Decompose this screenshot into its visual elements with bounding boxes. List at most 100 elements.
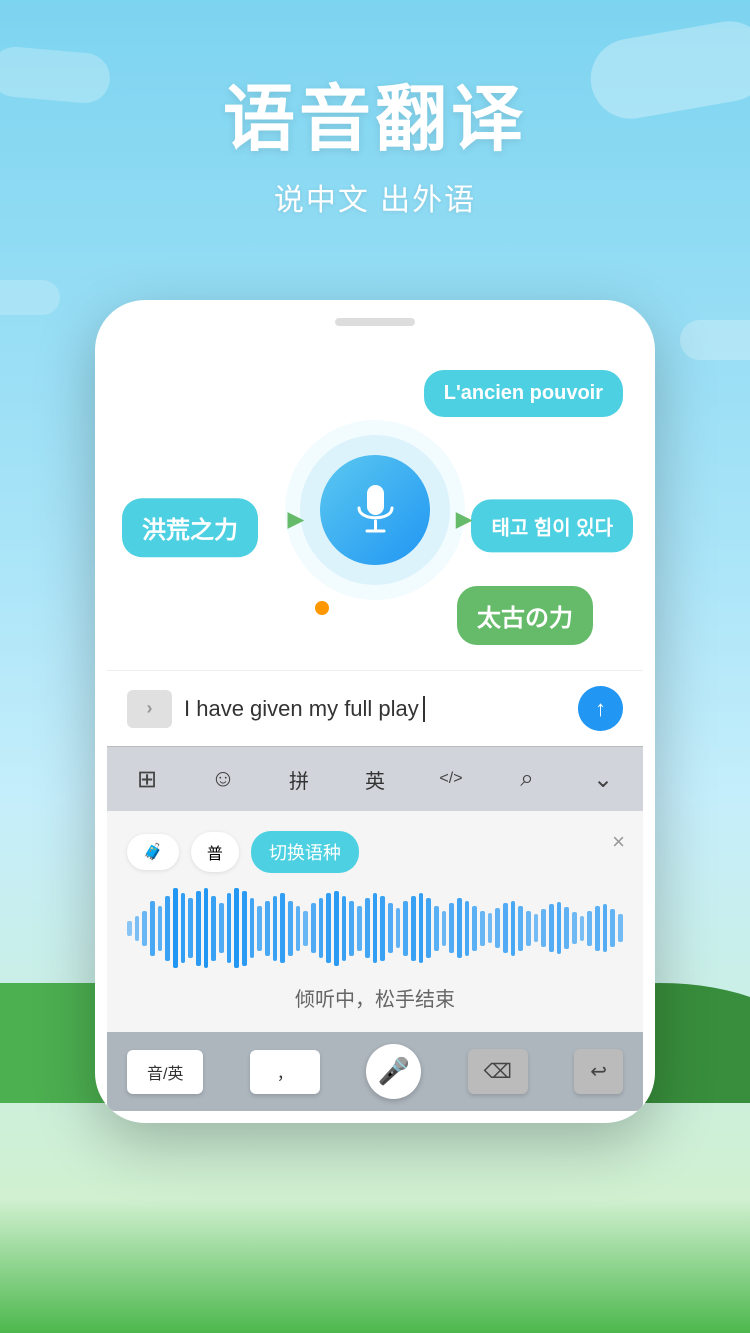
wave-bar (388, 903, 393, 953)
wave-bar (280, 893, 285, 963)
phone-mockup: 洪荒之力 ► ► L'ancien pouvoir (95, 300, 655, 1123)
wave-bar (618, 914, 623, 942)
chevron-down-icon: ⌄ (593, 765, 613, 794)
wave-bar (250, 898, 255, 958)
wave-bar (181, 893, 186, 963)
wave-bar (234, 888, 239, 968)
wave-bar (142, 911, 147, 946)
arrow-right: ► (450, 504, 478, 536)
bubble-chinese: 洪荒之力 (122, 498, 258, 557)
send-button[interactable]: ↑ (578, 686, 623, 731)
cloud-decoration-mid-right (680, 320, 750, 360)
wave-bar (342, 896, 347, 961)
dialect-badge[interactable]: 🧳 (127, 834, 179, 870)
wave-bar (127, 921, 132, 936)
wave-bar (311, 903, 316, 953)
standard-label: 普 (207, 840, 223, 864)
code-button[interactable]: </> (431, 759, 471, 799)
briefcase-icon: 🧳 (143, 842, 163, 862)
wave-bar (511, 901, 516, 956)
wave-bar (457, 898, 462, 958)
wave-bar (503, 903, 508, 953)
wave-bar (373, 893, 378, 963)
header-area: 语音翻译 说中文 出外语 (0, 60, 750, 219)
grid-icon: ⊞ (137, 765, 157, 794)
delete-key[interactable]: ⌫ (468, 1049, 528, 1094)
keyboard-mic-button[interactable]: 🎤 (366, 1044, 421, 1099)
wave-bar (242, 891, 247, 966)
wave-bar (442, 911, 447, 946)
wave-bar (257, 906, 262, 951)
wave-bar (173, 888, 178, 968)
listening-status: 倾听中，松手结束 (127, 983, 623, 1012)
voice-input-area: 🧳 普 切换语种 × 倾听中，松手结束 (107, 811, 643, 1032)
wave-bar (526, 911, 531, 946)
cloud-decoration-mid-left (0, 280, 60, 315)
wave-bar (227, 893, 232, 963)
chevron-icon: › (147, 698, 153, 719)
wave-bar (419, 893, 424, 963)
english-button[interactable]: 英 (355, 759, 395, 799)
wave-bar (319, 898, 324, 958)
switch-language-button[interactable]: 切换语种 (251, 831, 359, 873)
wave-bar (580, 916, 585, 941)
emoji-icon: ☺ (211, 765, 236, 793)
text-input[interactable]: I have given my full play (184, 696, 566, 722)
wave-bar (518, 906, 523, 951)
wave-bar (595, 906, 600, 951)
wave-bar (557, 902, 562, 954)
grid-button[interactable]: ⊞ (127, 759, 167, 799)
wave-bar (426, 898, 431, 958)
wave-bar (396, 908, 401, 948)
code-icon: </> (439, 770, 462, 788)
wave-bar (610, 909, 615, 947)
page-subtitle: 说中文 出外语 (0, 175, 750, 219)
wave-bar (326, 893, 331, 963)
wave-bar (288, 901, 293, 956)
mic-icon (353, 483, 398, 538)
return-icon: ↩ (590, 1061, 607, 1083)
voice-top-row: 🧳 普 切换语种 (127, 831, 623, 873)
input-text: I have given my full play (184, 696, 419, 722)
wave-bar (219, 903, 224, 953)
wave-bar (165, 896, 170, 961)
emoji-button[interactable]: ☺ (203, 759, 243, 799)
wave-bar (434, 906, 439, 951)
page-title: 语音翻译 (0, 60, 750, 165)
more-button[interactable]: ⌄ (583, 759, 623, 799)
wave-bar (480, 911, 485, 946)
wave-bar (135, 916, 140, 941)
wave-bar (196, 891, 201, 966)
mic-button[interactable] (320, 455, 430, 565)
wave-bar (587, 911, 592, 946)
input-area: › I have given my full play ↑ (107, 670, 643, 746)
bubble-japanese: 太古の力 (457, 586, 593, 645)
keyboard-bottom: 音/英 ， 🎤 ⌫ ↩ (107, 1032, 643, 1111)
wave-bar (549, 904, 554, 952)
wave-bar (472, 906, 477, 951)
pinyin-button[interactable]: 拼 (279, 759, 319, 799)
wave-bar (334, 891, 339, 966)
wave-bar (296, 906, 301, 951)
bubble-french: L'ancien pouvoir (424, 370, 623, 417)
wave-bar (411, 896, 416, 961)
wave-bar (603, 904, 608, 952)
wave-bar (465, 901, 470, 956)
wave-bar (495, 908, 500, 948)
phone-screen: 洪荒之力 ► ► L'ancien pouvoir (107, 350, 643, 1111)
standard-badge[interactable]: 普 (191, 832, 239, 872)
punctuation-key[interactable]: ， (250, 1050, 320, 1094)
sound-english-key[interactable]: 音/英 (127, 1050, 203, 1094)
close-button[interactable]: × (612, 829, 625, 855)
phone-frame: 洪荒之力 ► ► L'ancien pouvoir (95, 300, 655, 1123)
keyboard-mic-icon: 🎤 (378, 1056, 410, 1087)
search-button[interactable]: ⌕ (507, 759, 547, 799)
expand-button[interactable]: › (127, 690, 172, 728)
orange-dot (315, 601, 329, 615)
search-icon: ⌕ (520, 765, 533, 793)
bubble-korean: 태고 힘이 있다 (471, 499, 633, 552)
wave-bar (449, 903, 454, 953)
wave-bar (564, 907, 569, 949)
wave-bar (572, 912, 577, 944)
return-key[interactable]: ↩ (574, 1049, 623, 1094)
